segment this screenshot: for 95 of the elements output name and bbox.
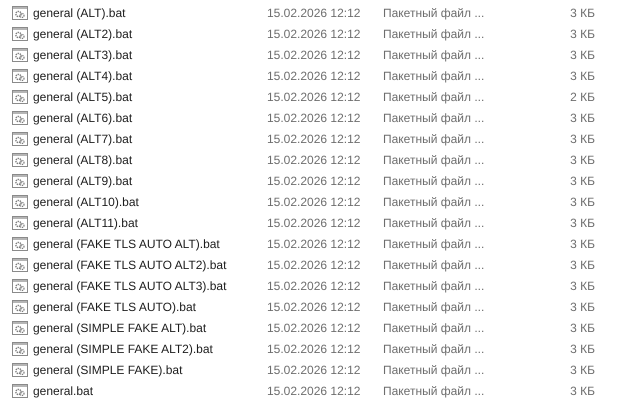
modified-date: 15.02.2026 12:12 xyxy=(267,300,362,314)
file-size: 3 КБ xyxy=(569,216,595,230)
gear-file-icon xyxy=(12,90,28,104)
file-name: general (ALT5).bat xyxy=(32,90,134,104)
modified-date: 15.02.2026 12:12 xyxy=(267,26,362,40)
modified-date: 15.02.2026 12:12 xyxy=(267,384,362,398)
gear-file-icon xyxy=(12,258,28,272)
gear-file-icon xyxy=(12,362,28,376)
file-type: Пакетный файл ... xyxy=(383,26,486,40)
file-type: Пакетный файл ... xyxy=(383,110,486,124)
file-type: Пакетный файл ... xyxy=(383,278,486,292)
file-size: 3 КБ xyxy=(569,110,595,124)
file-name: general (ALT8).bat xyxy=(32,152,134,166)
gear-file-icon xyxy=(12,152,28,166)
file-type: Пакетный файл ... xyxy=(383,320,486,334)
file-type: Пакетный файл ... xyxy=(383,68,486,82)
modified-date: 15.02.2026 12:12 xyxy=(267,216,362,230)
file-size: 3 КБ xyxy=(569,68,595,82)
modified-date: 15.02.2026 12:12 xyxy=(267,90,362,104)
modified-date: 15.02.2026 12:12 xyxy=(267,132,362,146)
file-name: general (ALT3).bat xyxy=(32,48,134,62)
gear-file-icon xyxy=(12,236,28,250)
gear-file-icon xyxy=(12,6,28,20)
file-size: 3 КБ xyxy=(569,278,595,292)
file-type: Пакетный файл ... xyxy=(383,48,486,62)
file-type: Пакетный файл ... xyxy=(383,300,486,314)
gear-file-icon xyxy=(12,174,28,188)
file-name: general.bat xyxy=(32,384,94,398)
gear-file-icon xyxy=(12,278,28,292)
file-name: general (ALT10).bat xyxy=(32,194,140,208)
modified-date: 15.02.2026 12:12 xyxy=(267,278,362,292)
file-type: Пакетный файл ... xyxy=(383,90,486,104)
modified-date: 15.02.2026 12:12 xyxy=(267,48,362,62)
file-name: general (ALT4).bat xyxy=(32,68,134,82)
file-size: 3 КБ xyxy=(569,384,595,398)
modified-date: 15.02.2026 12:12 xyxy=(267,194,362,208)
file-size: 3 КБ xyxy=(569,152,595,166)
file-name: general (SIMPLE FAKE ALT2).bat xyxy=(32,342,214,356)
modified-date: 15.02.2026 12:12 xyxy=(267,362,362,376)
file-name: general (ALT7).bat xyxy=(32,132,134,146)
file-name: general (SIMPLE FAKE).bat xyxy=(32,362,184,376)
gear-file-icon xyxy=(12,132,28,146)
file-type: Пакетный файл ... xyxy=(383,216,486,230)
file-name: general (FAKE TLS AUTO ALT).bat xyxy=(32,236,221,250)
file-name: general (FAKE TLS AUTO ALT2).bat xyxy=(32,258,228,272)
file-type: Пакетный файл ... xyxy=(383,342,486,356)
file-type: Пакетный файл ... xyxy=(383,362,486,376)
file-type: Пакетный файл ... xyxy=(383,236,486,250)
gear-file-icon xyxy=(12,384,28,398)
file-type: Пакетный файл ... xyxy=(383,6,486,20)
gear-file-icon xyxy=(12,342,28,356)
gear-file-icon xyxy=(12,194,28,208)
file-size: 3 КБ xyxy=(569,320,595,334)
file-name: general (ALT9).bat xyxy=(32,174,134,188)
file-size: 3 КБ xyxy=(569,26,595,40)
file-name: general (ALT6).bat xyxy=(32,110,134,124)
file-size: 3 КБ xyxy=(569,6,595,20)
file-name: general (FAKE TLS AUTO ALT3).bat xyxy=(32,278,228,292)
gear-file-icon xyxy=(12,216,28,230)
file-size: 3 КБ xyxy=(569,342,595,356)
file-size: 3 КБ xyxy=(569,362,595,376)
file-name: general (SIMPLE FAKE ALT).bat xyxy=(32,320,208,334)
file-name: general (ALT).bat xyxy=(32,6,126,20)
gear-file-icon xyxy=(12,48,28,62)
modified-date: 15.02.2026 12:12 xyxy=(267,110,362,124)
gear-file-icon xyxy=(12,68,28,82)
file-size: 3 КБ xyxy=(569,174,595,188)
modified-date: 15.02.2026 12:12 xyxy=(267,258,362,272)
gear-file-icon xyxy=(12,320,28,334)
file-size: 3 КБ xyxy=(569,48,595,62)
modified-date: 15.02.2026 12:12 xyxy=(267,152,362,166)
modified-date: 15.02.2026 12:12 xyxy=(267,6,362,20)
file-type: Пакетный файл ... xyxy=(383,132,486,146)
file-type: Пакетный файл ... xyxy=(383,384,486,398)
gear-file-icon xyxy=(12,300,28,314)
file-size: 3 КБ xyxy=(569,236,595,250)
file-size: 3 КБ xyxy=(569,194,595,208)
modified-date: 15.02.2026 12:12 xyxy=(267,68,362,82)
modified-date: 15.02.2026 12:12 xyxy=(267,320,362,334)
gear-file-icon xyxy=(12,110,28,124)
file-type: Пакетный файл ... xyxy=(383,194,486,208)
file-type: Пакетный файл ... xyxy=(383,152,486,166)
modified-date: 15.02.2026 12:12 xyxy=(267,174,362,188)
file-name: general (ALT2).bat xyxy=(32,26,134,40)
modified-date: 15.02.2026 12:12 xyxy=(267,236,362,250)
file-size: 3 КБ xyxy=(569,300,595,314)
file-size: 2 КБ xyxy=(569,90,595,104)
file-type: Пакетный файл ... xyxy=(383,174,486,188)
file-size: 3 КБ xyxy=(569,258,595,272)
gear-file-icon xyxy=(12,26,28,40)
file-name: general (ALT11).bat xyxy=(32,216,139,230)
file-type: Пакетный файл ... xyxy=(383,258,486,272)
file-size: 3 КБ xyxy=(569,132,595,146)
modified-date: 15.02.2026 12:12 xyxy=(267,342,362,356)
file-name: general (FAKE TLS AUTO).bat xyxy=(32,300,197,314)
